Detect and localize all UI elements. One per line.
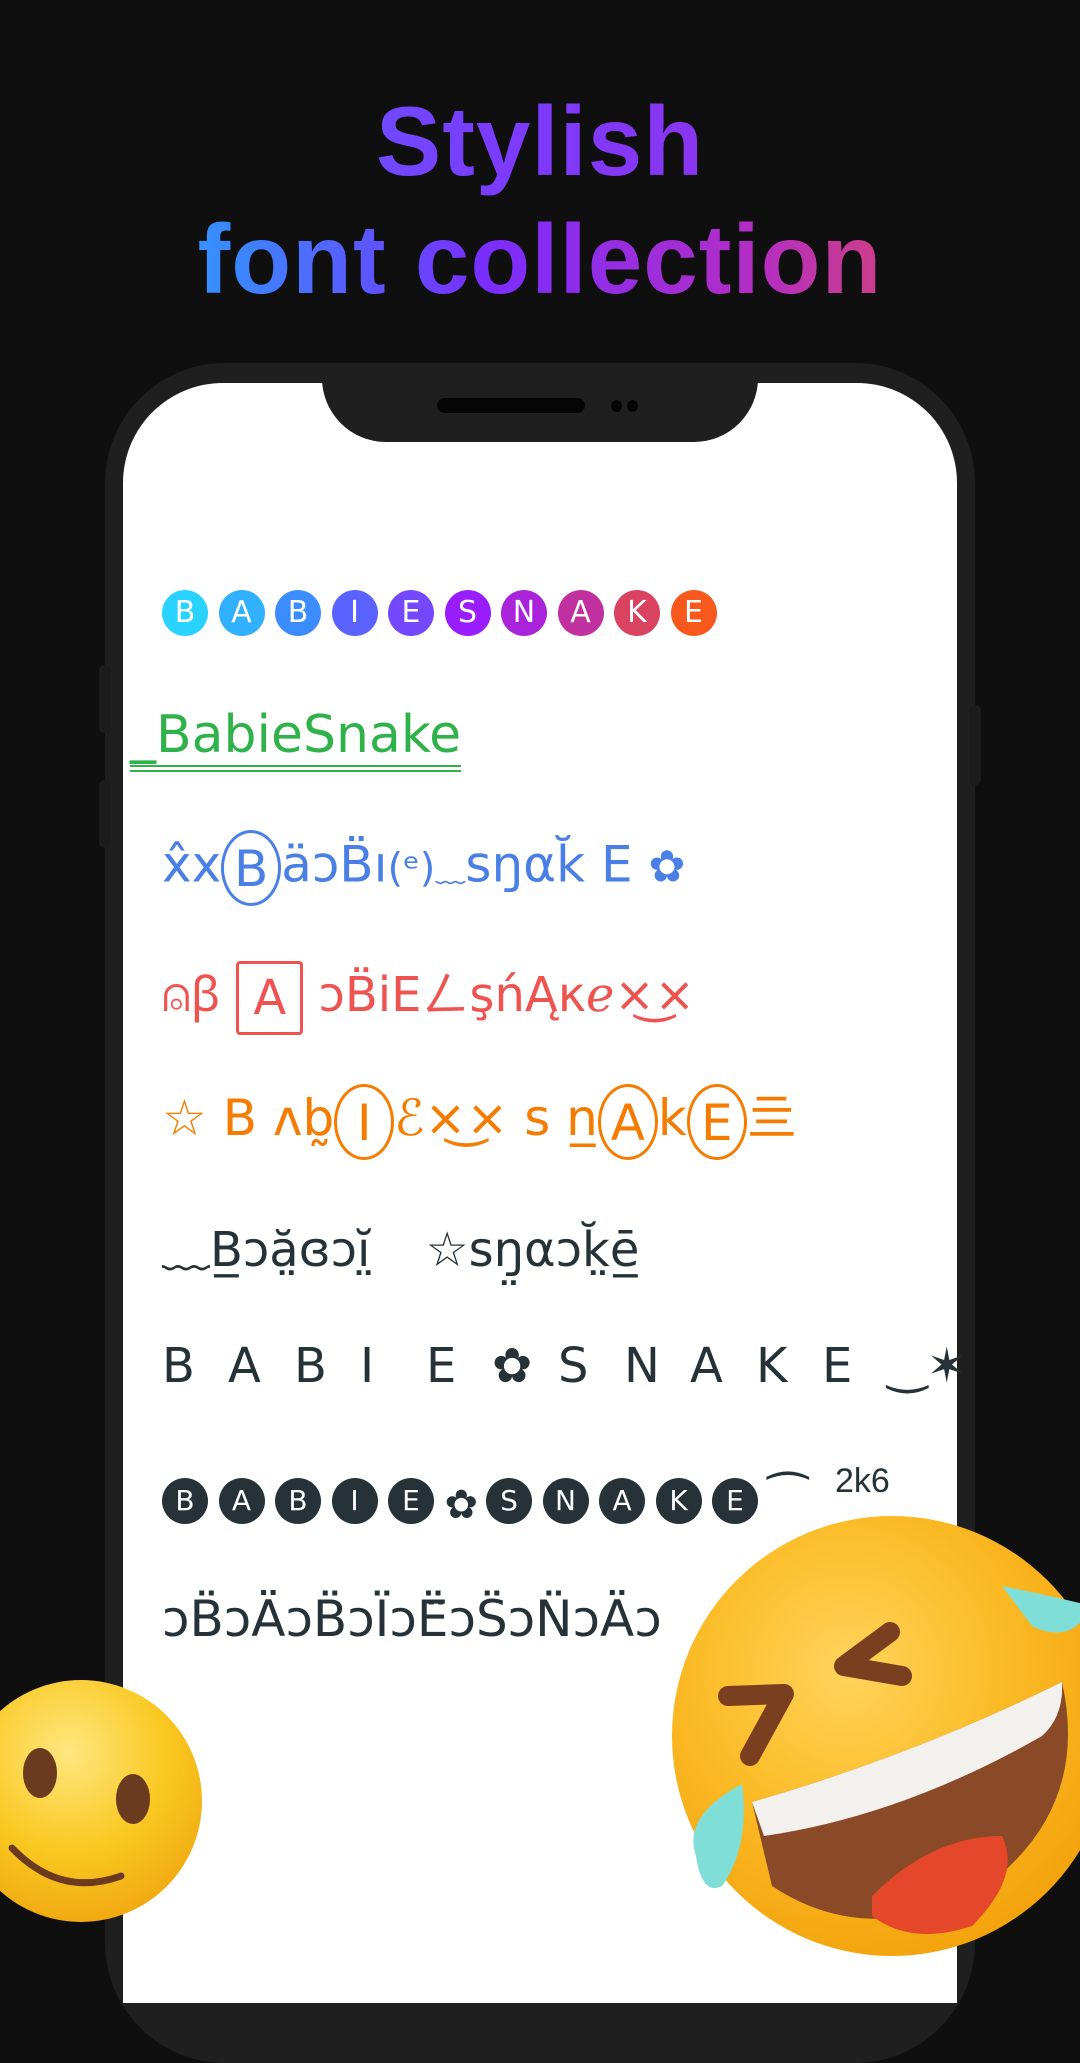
spaced-letter: I	[360, 1338, 375, 1394]
font-sample-gradient-circled[interactable]: BABIESNAKE	[162, 590, 727, 636]
sample-text: ɔB̈ɔÄɔB̈ɔÏɔË̈ɔS̈ɔN̈ɔÄɔ	[162, 1590, 662, 1648]
flower-icon: ✿	[648, 841, 686, 893]
spaced-letter: N	[624, 1338, 660, 1394]
circled-letter: K	[614, 590, 660, 636]
circled-letter: A	[218, 1477, 265, 1524]
phone-power-button	[969, 705, 981, 785]
phone-camera-dot	[627, 400, 638, 412]
circled-letter: S	[444, 590, 491, 636]
circled-letter: I	[331, 1477, 378, 1524]
spaced-letter: S	[558, 1338, 589, 1394]
underline-prefix: _	[130, 705, 156, 772]
wave-mark: ﹏	[435, 854, 466, 890]
sample-badge: 2k6	[835, 1462, 890, 1500]
circled-letter: B	[162, 1477, 208, 1524]
sample-end: ‿✶	[888, 1338, 967, 1394]
boxed-letter: A	[236, 961, 304, 1035]
spaced-letter: E	[426, 1338, 457, 1394]
circled-letter: S	[486, 1477, 533, 1524]
headline-line-1: Stylish	[0, 82, 1080, 200]
phone-speaker	[437, 398, 585, 413]
font-sample-dark-wavy[interactable]: ﹏B̲ɔă̤ɞɔĭ̤ ☆sŋ̤αɔk̤̆ē̲	[162, 1210, 639, 1280]
sample-tail: ɔB̈iEㄥşńĄκℯ×͜×	[318, 967, 695, 1023]
flower-icon: ✿	[492, 1338, 533, 1394]
headline: Stylish font collection	[0, 82, 1080, 318]
sample-head: ⍝ꞵ	[162, 967, 222, 1023]
font-sample-green-underline[interactable]: _BabieSnake	[130, 705, 462, 772]
spaced-letter: E	[822, 1338, 853, 1394]
sample-part-2: ℰ×͜× s n̲	[394, 1089, 598, 1147]
spaced-letter: B	[162, 1338, 195, 1394]
circled-letter: B	[275, 1477, 321, 1524]
circled-letter: A	[218, 590, 265, 636]
circled-letter: B	[162, 590, 208, 636]
spaced-letter: A	[228, 1338, 261, 1394]
sample-text: BabieSnake	[156, 705, 462, 772]
sample-mid: äɔB̈ı	[281, 835, 388, 894]
circled-letter: N	[542, 1477, 589, 1524]
star-icon: ☆	[162, 1089, 207, 1147]
sample-part-3: k	[657, 1089, 687, 1147]
phone-volume-button	[99, 665, 111, 733]
sample-end: 亖	[746, 1089, 797, 1147]
ringed-letter: A	[597, 1083, 658, 1160]
sample-part-1: ﹏B̲ɔă̤ɞɔĭ̤	[162, 1222, 371, 1278]
sample-paren: (ᵉ)	[387, 845, 436, 892]
sample-tail: sŋαk̆ E	[465, 835, 633, 894]
font-sample-dark-spaced[interactable]: B A B I E ✿ S N A K E ‿✶	[162, 1338, 967, 1394]
sample-prefix: x̂x	[162, 835, 222, 894]
ringed-letter: I	[334, 1083, 395, 1160]
headline-line-2: font collection	[0, 200, 1080, 318]
circled-letter: E	[388, 590, 434, 636]
font-sample-red-decorated[interactable]: ⍝ꞵ A ɔB̈iEㄥşńĄκℯ×͜×	[162, 955, 695, 1035]
flower-icon: ✿	[444, 1482, 479, 1528]
circled-letter: I	[331, 590, 378, 636]
ringed-letter: E	[686, 1083, 747, 1160]
circled-letter: E	[388, 1477, 434, 1524]
circled-letter: N	[501, 590, 547, 636]
sample-part-1: B ᴧb̰	[222, 1089, 335, 1147]
font-sample-blue-decorated[interactable]: x̂x BäɔB̈ı(ᵉ)﹏sŋαk̆ E ✿	[162, 830, 685, 906]
sample-part-2: sŋ̤αɔk̤̆ē̲	[468, 1222, 640, 1278]
spaced-letter: A	[690, 1338, 723, 1394]
font-sample-dark-marks[interactable]: ɔB̈ɔÄɔB̈ɔÏɔË̈ɔS̈ɔN̈ɔÄɔ	[162, 1590, 662, 1648]
spaced-letter: K	[756, 1338, 788, 1394]
star-icon: ☆	[425, 1222, 469, 1278]
spaced-letter: B	[294, 1338, 327, 1394]
phone-camera-dot	[611, 400, 622, 412]
rolling-laughing-emoji-icon	[672, 1516, 1080, 1956]
circled-letter: B	[275, 590, 321, 636]
ringed-letter: B	[221, 830, 282, 906]
phone-volume-button	[99, 780, 111, 848]
circled-letter: A	[599, 1477, 646, 1524]
circled-letter: E	[670, 590, 717, 636]
font-sample-orange-decorated[interactable]: ☆ B ᴧb̰ I ℰ×͜× s n̲ Ak E 亖	[162, 1078, 797, 1160]
circled-letter: A	[557, 590, 604, 636]
smiling-emoji-icon	[0, 1680, 202, 1922]
